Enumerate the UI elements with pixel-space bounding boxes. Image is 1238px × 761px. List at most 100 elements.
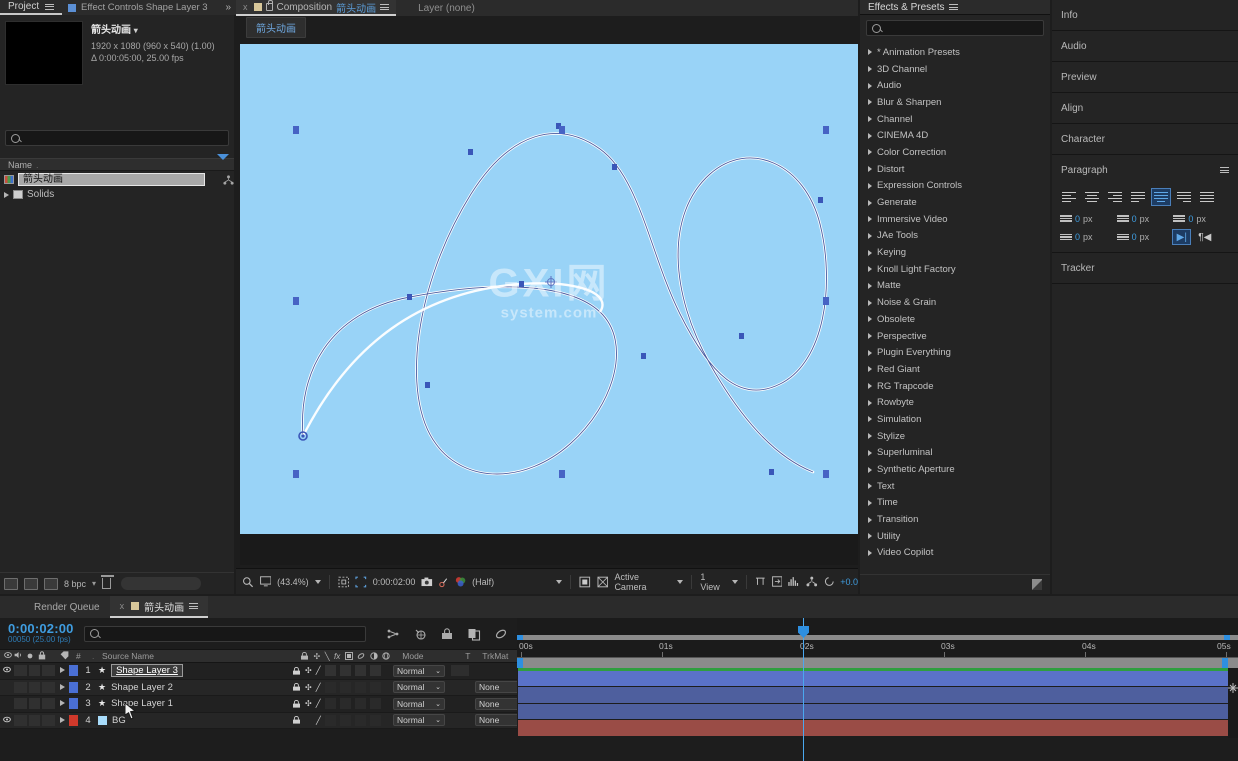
column-mode-label[interactable]: Mode xyxy=(402,651,465,661)
chevron-right-icon[interactable] xyxy=(868,133,872,139)
shy-icon[interactable] xyxy=(292,683,301,691)
effects-category-row[interactable]: Red Giant xyxy=(860,361,1050,378)
solo-toggle[interactable] xyxy=(29,698,40,709)
shy-icon[interactable] xyxy=(292,716,301,724)
hamburger-icon[interactable] xyxy=(45,2,54,11)
timeline-search-input[interactable] xyxy=(84,626,366,642)
shy-icon[interactable] xyxy=(292,700,301,708)
chevron-right-icon[interactable] xyxy=(868,300,872,306)
effects-category-row[interactable]: Distort xyxy=(860,161,1050,178)
effects-category-row[interactable]: Matte xyxy=(860,278,1050,295)
hamburger-icon[interactable] xyxy=(189,602,198,611)
effects-category-row[interactable]: Video Copilot xyxy=(860,545,1050,562)
chevron-right-icon[interactable] xyxy=(868,517,872,523)
chevron-right-icon[interactable] xyxy=(868,83,872,89)
vertical-scrollbar[interactable] xyxy=(1228,668,1238,738)
switch-cell[interactable] xyxy=(340,665,351,676)
blend-mode-select[interactable]: Normal ⌄ xyxy=(393,714,445,726)
effects-category-row[interactable]: 3D Channel xyxy=(860,61,1050,78)
comp-breadcrumb[interactable]: 箭头动画 xyxy=(246,17,306,38)
effects-category-row[interactable]: Keying xyxy=(860,244,1050,261)
chevron-down-icon[interactable]: ▾ xyxy=(92,579,96,588)
chevron-right-icon[interactable] xyxy=(868,467,872,473)
effects-category-row[interactable]: JAe Tools xyxy=(860,228,1050,245)
chevron-right-icon[interactable] xyxy=(868,66,872,72)
lock-toggle[interactable] xyxy=(42,715,55,726)
align-right-button[interactable] xyxy=(1106,189,1124,205)
parent-graph-icon[interactable] xyxy=(806,576,818,587)
blend-mode-select[interactable]: Normal ⌄ xyxy=(393,665,445,677)
effects-category-row[interactable]: Rowbyte xyxy=(860,394,1050,411)
effect-controls-tab[interactable]: Effect Controls Shape Layer 3 » xyxy=(62,0,236,15)
selection-handle[interactable] xyxy=(559,470,565,478)
switch-cell[interactable] xyxy=(325,698,336,709)
layer-visibility-toggle[interactable] xyxy=(0,665,14,676)
chevron-down-icon[interactable] xyxy=(556,580,562,584)
parent-link-icon[interactable] xyxy=(223,175,234,185)
hamburger-icon[interactable] xyxy=(949,3,958,12)
project-item-composition[interactable]: 箭头动画 xyxy=(0,172,234,187)
switch-cell[interactable] xyxy=(340,698,351,709)
space-before-field[interactable]: 0 px xyxy=(1173,213,1230,224)
zoom-level-label[interactable]: (43.4%) xyxy=(277,577,309,587)
effects-category-row[interactable]: Obsolete xyxy=(860,311,1050,328)
layer-switches[interactable]: ✣ ╱ xyxy=(288,698,388,709)
effects-category-row[interactable]: Blur & Sharpen xyxy=(860,94,1050,111)
close-icon[interactable]: x xyxy=(120,601,125,611)
lock-icon[interactable] xyxy=(266,3,273,11)
lock-toggle[interactable] xyxy=(42,682,55,693)
overflow-chevron-icon[interactable]: » xyxy=(225,2,231,13)
ltr-direction-button[interactable]: ▶| xyxy=(1173,230,1190,244)
effects-category-row[interactable]: Perspective xyxy=(860,328,1050,345)
column-t-label[interactable]: T xyxy=(465,651,482,661)
selection-handle[interactable] xyxy=(823,126,829,134)
effects-category-list[interactable]: * Animation Presets 3D Channel Audio Blu… xyxy=(860,44,1050,574)
space-after-field[interactable]: 0 px xyxy=(1117,230,1174,244)
selection-handle[interactable] xyxy=(293,297,299,305)
effects-category-row[interactable]: Plugin Everything xyxy=(860,344,1050,361)
chevron-right-icon[interactable] xyxy=(868,433,872,439)
chevron-down-icon[interactable] xyxy=(732,580,738,584)
chevron-right-icon[interactable] xyxy=(868,149,872,155)
chevron-right-icon[interactable] xyxy=(868,200,872,206)
chevron-down-icon[interactable]: ▾ xyxy=(134,26,138,35)
layer-bar-3[interactable] xyxy=(518,704,1228,720)
layer-switches[interactable]: ✣ ╱ xyxy=(288,665,388,676)
chevron-right-icon[interactable] xyxy=(868,183,872,189)
switch-cell[interactable] xyxy=(340,715,351,726)
effects-category-row[interactable]: Noise & Grain xyxy=(860,294,1050,311)
composition-viewer[interactable]: GXI网 system.com xyxy=(240,44,858,565)
tab-project[interactable]: Project xyxy=(0,0,64,15)
work-area-bar[interactable] xyxy=(517,657,1238,668)
tab-composition[interactable]: x Composition 箭头动画 xyxy=(236,0,396,16)
draft-3d-icon[interactable] xyxy=(413,627,427,641)
chevron-right-icon[interactable] xyxy=(868,333,872,339)
timeline-link-icon[interactable] xyxy=(772,576,783,587)
canvas[interactable]: GXI网 system.com xyxy=(240,44,858,534)
first-line-indent-field[interactable]: 0 px xyxy=(1060,230,1117,244)
solo-toggle[interactable] xyxy=(29,715,40,726)
transparency-grid-icon[interactable] xyxy=(579,576,591,588)
timeline-graph-area[interactable]: 00s 01s 02s 03s 04s 05s xyxy=(517,618,1238,761)
frame-blending-icon[interactable] xyxy=(467,627,481,641)
indent-right-field[interactable]: 0 px xyxy=(1117,213,1174,224)
selection-handle[interactable] xyxy=(293,470,299,478)
project-search-input[interactable] xyxy=(5,130,229,146)
layer-name[interactable]: Shape Layer 1 xyxy=(111,698,173,709)
expand-arrow[interactable] xyxy=(55,715,69,726)
effects-category-row[interactable]: CINEMA 4D xyxy=(860,127,1050,144)
region-of-interest-icon[interactable] xyxy=(355,576,367,588)
exposure-value[interactable]: +0.0 xyxy=(840,577,858,587)
column-source-name-label[interactable]: Source Name xyxy=(102,651,292,661)
layer-bar-1[interactable] xyxy=(518,671,1228,687)
switch-cell[interactable] xyxy=(370,665,381,676)
exposure-icon[interactable] xyxy=(824,576,835,587)
magnify-tool-icon[interactable] xyxy=(242,576,254,588)
indent-left-field[interactable]: 0 px xyxy=(1060,213,1117,224)
quality-icon[interactable]: ╱ xyxy=(316,699,321,708)
collapse-transform-icon[interactable]: ✣ xyxy=(305,683,312,692)
switch-cell[interactable] xyxy=(355,715,366,726)
panel-preview[interactable]: Preview xyxy=(1052,62,1238,93)
audio-toggle[interactable] xyxy=(14,698,27,709)
project-item-folder[interactable]: Solids xyxy=(0,187,234,202)
